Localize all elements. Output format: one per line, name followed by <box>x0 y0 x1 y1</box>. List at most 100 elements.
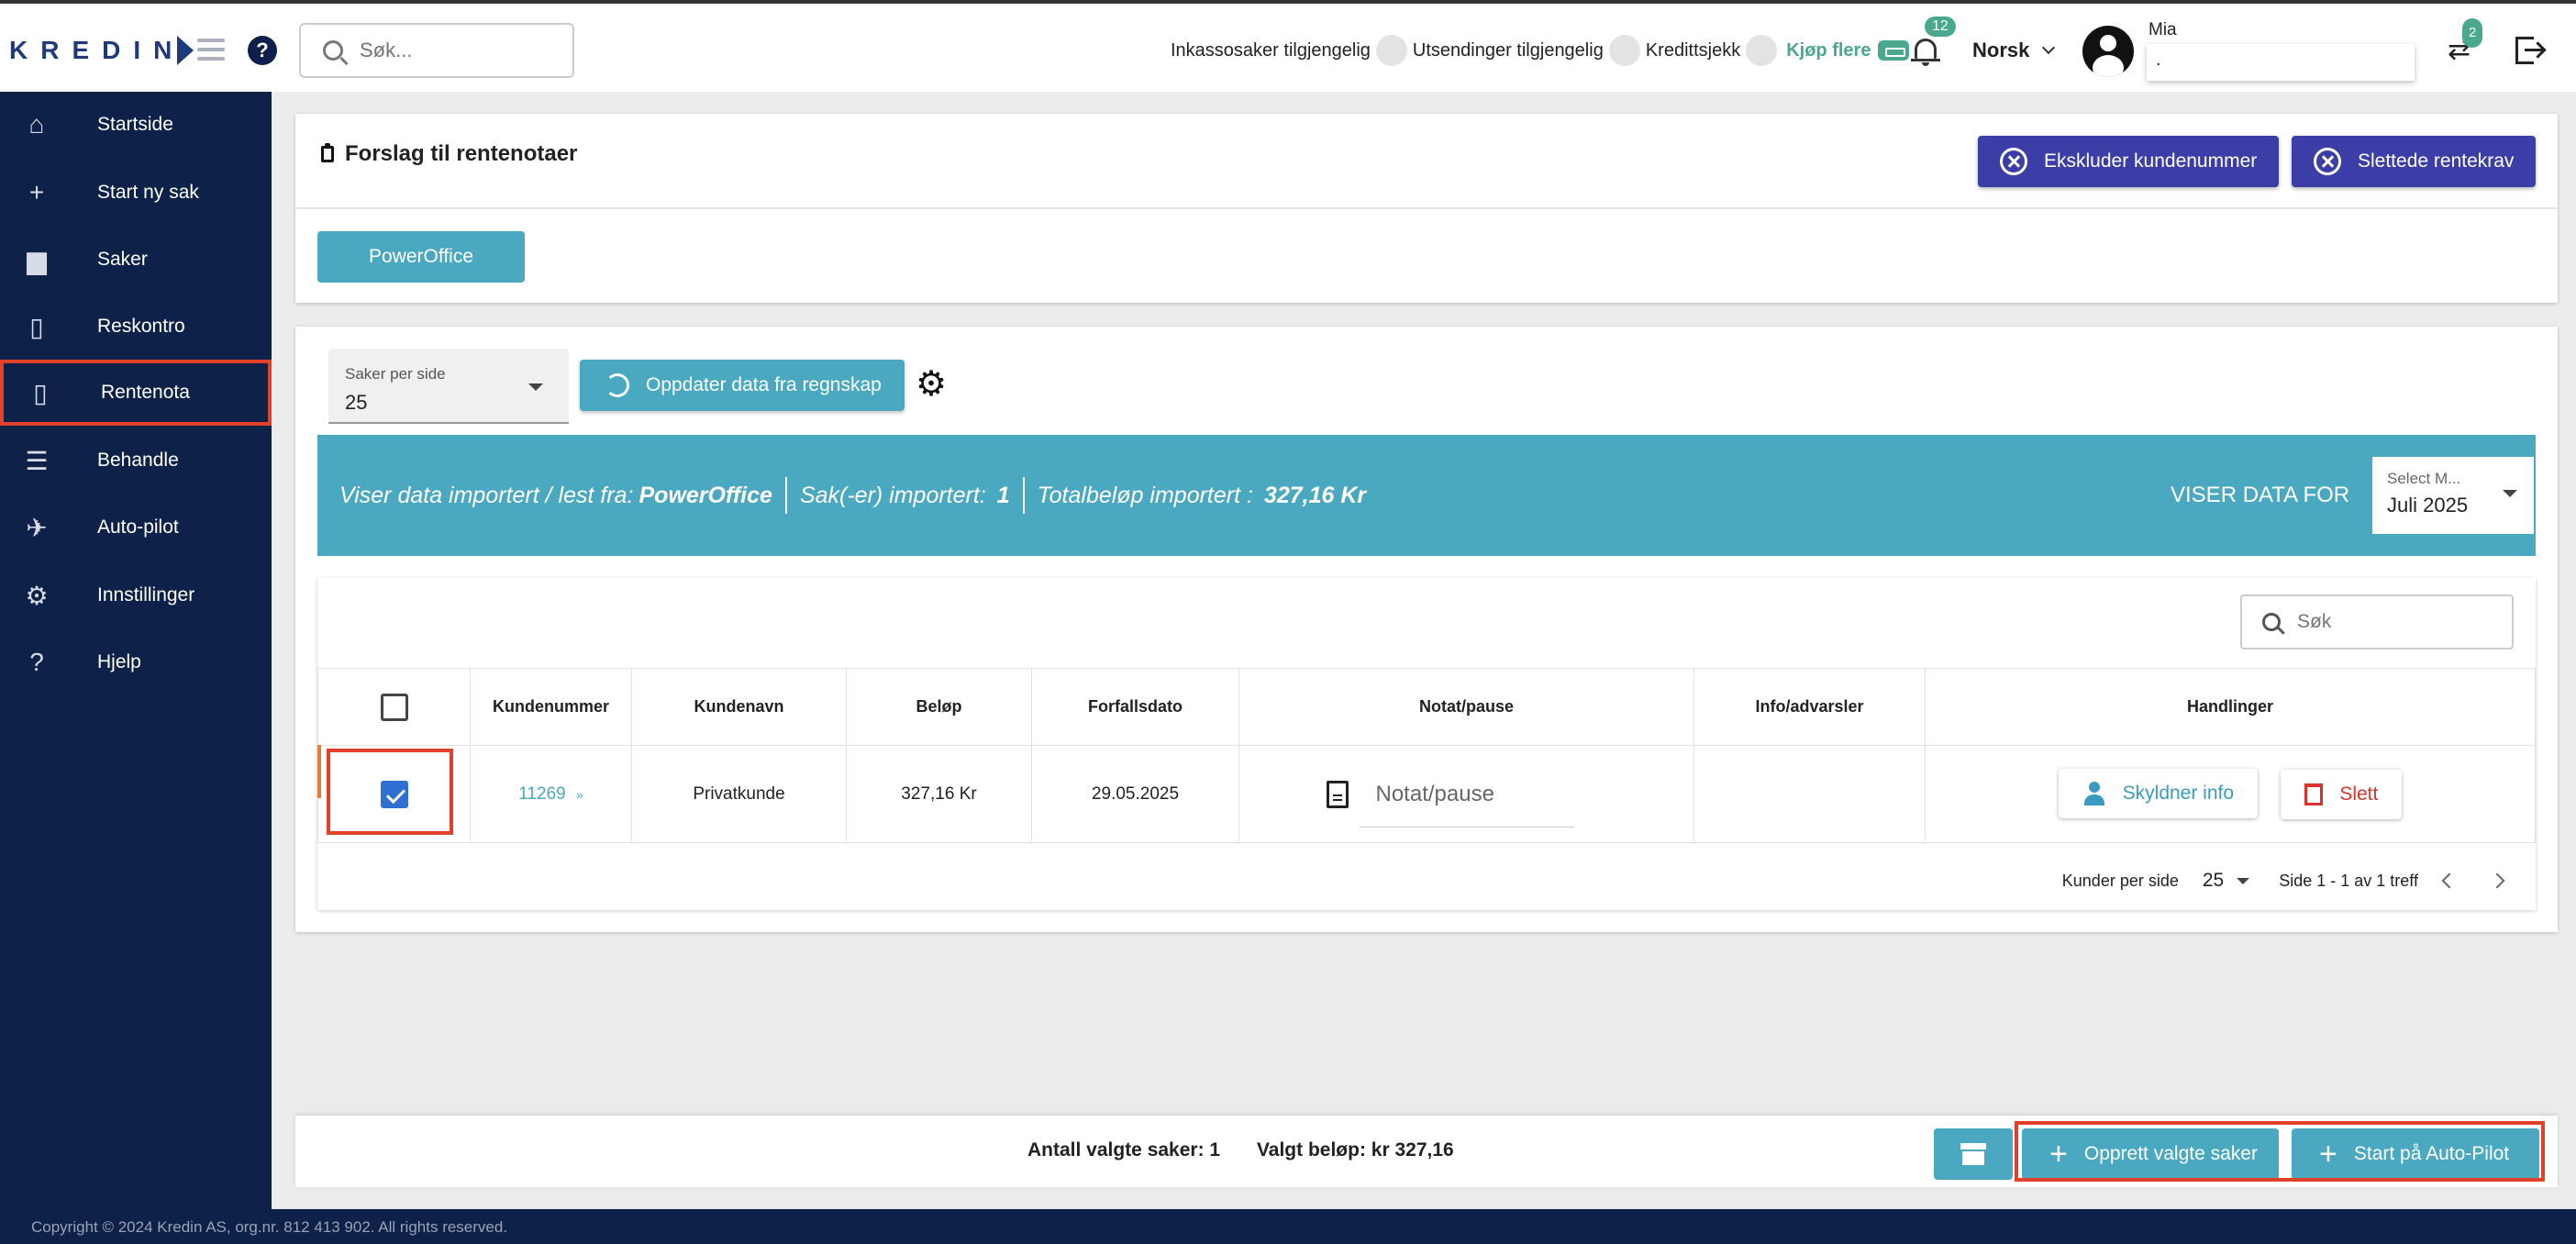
sidebar-item-label: Reskontro <box>97 316 185 337</box>
note-placeholder: Notat/pause <box>1375 782 1494 806</box>
sidebar-item-label: Auto-pilot <box>97 516 179 538</box>
checklist-icon: ☰ <box>25 446 49 475</box>
sidebar-item-rentenota[interactable]: ▯ Rentenota <box>0 360 272 426</box>
row-indicator <box>317 745 321 798</box>
user-name: Mia <box>2149 20 2177 39</box>
footer-strip <box>272 1209 2576 1244</box>
sidebar-item-startside[interactable]: ⌂ Startside <box>0 92 272 158</box>
cases-table-panel: Kundenummer Kundenavn Beløp Forfallsdato… <box>317 578 2536 910</box>
trash-icon <box>2304 783 2324 805</box>
header-kundenavn[interactable]: Kundenavn <box>631 668 847 746</box>
logo-text: KREDIN <box>9 36 185 64</box>
row-checkbox-highlight <box>327 749 453 835</box>
info-total-label: Totalbeløp importert : <box>1037 482 1253 508</box>
customers-per-page-select[interactable]: 25 <box>2203 870 2224 892</box>
select-label: Select M... <box>2387 470 2461 487</box>
select-label: Saker per side <box>345 365 446 383</box>
transfer-icon[interactable]: ⇄ 2 <box>2448 18 2483 64</box>
user-dropdown-field[interactable]: . <box>2147 44 2415 81</box>
customer-number-link[interactable]: 11269 <box>518 784 565 804</box>
buy-more-link[interactable]: Kjøp flere <box>1786 40 1910 61</box>
document-icon <box>1326 781 1349 808</box>
toggle-debt-collection[interactable]: Inkassosaker tilgjengelig <box>1171 35 1407 66</box>
sidebar-item-label: Innstillinger <box>97 584 195 605</box>
header-info-advarsler[interactable]: Info/advarsler <box>1693 668 1926 746</box>
header-notat-pause[interactable]: Notat/pause <box>1238 668 1694 746</box>
selection-summary: Antall valgte saker: 1 Valgt beløp: kr 3… <box>1027 1139 1485 1161</box>
header-handlinger: Handlinger <box>1925 668 2536 746</box>
table-row: 11269 » Privatkunde 327,16 Kr 29.05.2025… <box>317 745 2536 843</box>
header-belop[interactable]: Beløp <box>846 668 1032 746</box>
sync-icon <box>605 373 629 397</box>
notifications-bell-icon[interactable]: 12 <box>1910 17 1956 66</box>
toggle-switch[interactable] <box>1608 35 1640 66</box>
poweroffice-tab-button[interactable]: PowerOffice <box>317 231 525 283</box>
archive-button[interactable] <box>1934 1128 2013 1180</box>
menu-icon[interactable] <box>197 39 225 61</box>
month-select[interactable]: Select M... Juli 2025 <box>2372 457 2534 534</box>
toggle-switch[interactable] <box>1375 35 1407 66</box>
button-label: Skyldner info <box>2122 783 2235 804</box>
sidebar-item-start-ny-sak[interactable]: + Start ny sak <box>0 160 272 226</box>
gear-icon: ⚙ <box>25 581 49 610</box>
logout-icon[interactable] <box>2514 35 2545 66</box>
info-cases-label: Sak(-er) importert: <box>799 482 986 508</box>
settings-gear-icon[interactable]: ⚙ <box>916 367 947 402</box>
global-search-input[interactable] <box>360 39 561 62</box>
expand-chevron-icon[interactable]: » <box>576 787 583 802</box>
caret-down-icon[interactable] <box>2237 877 2250 884</box>
sidebar-item-label: Rentenota <box>101 382 190 403</box>
kredin-logo[interactable]: KREDIN <box>9 33 194 68</box>
document-icon: ▯ <box>33 378 48 407</box>
close-circle-icon <box>2314 148 2341 175</box>
table-header-row: Kundenummer Kundenavn Beløp Forfallsdato… <box>317 668 2536 746</box>
sidebar-item-behandle[interactable]: ☰ Behandle <box>0 428 272 494</box>
header-kundenummer[interactable]: Kundenummer <box>470 668 632 746</box>
amount-cell: 327,16 Kr <box>846 745 1032 843</box>
transfer-count-badge: 2 <box>2462 18 2483 48</box>
clipboard-icon <box>321 143 334 162</box>
toggle-mailings[interactable]: Utsendinger tilgjengelig <box>1413 35 1640 66</box>
toggle-label: Kredittsjekk <box>1645 39 1741 61</box>
help-icon[interactable]: ? <box>248 36 277 65</box>
sidebar-item-hjelp[interactable]: ? Hjelp <box>0 629 272 695</box>
selection-action-bar: Antall valgte saker: 1 Valgt beløp: kr 3… <box>295 1116 2558 1187</box>
toggle-credit-check[interactable]: Kredittsjekk <box>1645 35 1778 66</box>
divider <box>784 477 787 514</box>
deleted-interest-claims-button[interactable]: Slettede rentekrav <box>2292 136 2537 187</box>
sidebar-item-label: Startside <box>97 114 173 135</box>
airplane-icon: ✈ <box>26 513 48 542</box>
question-icon: ? <box>29 648 44 676</box>
info-cases-value: 1 <box>996 482 1010 508</box>
language-selector[interactable]: Norsk <box>1972 39 2056 62</box>
info-warnings-cell <box>1693 745 1926 843</box>
exclude-customer-button[interactable]: Ekskluder kundenummer <box>1978 136 2280 187</box>
note-pause-field[interactable]: Notat/pause <box>1326 781 1574 827</box>
sidebar-item-label: Saker <box>97 249 148 270</box>
table-search[interactable] <box>2240 594 2514 650</box>
sidebar-item-auto-pilot[interactable]: ✈ Auto-pilot <box>0 494 272 561</box>
sidebar-item-saker[interactable]: ▆ Saker <box>0 227 272 293</box>
chevron-left-icon[interactable] <box>2441 872 2458 889</box>
debtor-info-button[interactable]: Skyldner info <box>2058 769 2259 818</box>
toggle-switch[interactable] <box>1746 35 1778 66</box>
user-avatar-icon[interactable] <box>2082 26 2134 77</box>
customers-per-page-label: Kunder per side <box>2061 871 2179 890</box>
header-forfallsdato[interactable]: Forfallsdato <box>1031 668 1239 746</box>
update-from-accounting-button[interactable]: Oppdater data fra regnskap <box>580 360 905 411</box>
person-icon <box>2082 782 2106 805</box>
pagination: Kunder per side 25 Side 1 - 1 av 1 treff <box>2061 870 2505 892</box>
info-source: PowerOffice <box>638 482 772 508</box>
cases-per-page-select[interactable]: Saker per side 25 <box>328 349 569 424</box>
global-search[interactable] <box>299 23 574 78</box>
actions-cell: Skyldner info Slett <box>1925 745 2536 843</box>
chevron-right-icon[interactable] <box>2489 872 2505 889</box>
select-all-checkbox[interactable] <box>380 693 408 721</box>
caret-down-icon <box>2503 490 2517 497</box>
table-search-input[interactable] <box>2297 611 2499 633</box>
delete-button[interactable]: Slett <box>2281 770 2403 819</box>
caret-down-icon <box>528 383 543 391</box>
sidebar-item-reskontro[interactable]: ▯ Reskontro <box>0 294 272 360</box>
sidebar-item-innstillinger[interactable]: ⚙ Innstillinger <box>0 562 272 628</box>
page-title-text: Forslag til rentenotaer <box>345 141 578 166</box>
